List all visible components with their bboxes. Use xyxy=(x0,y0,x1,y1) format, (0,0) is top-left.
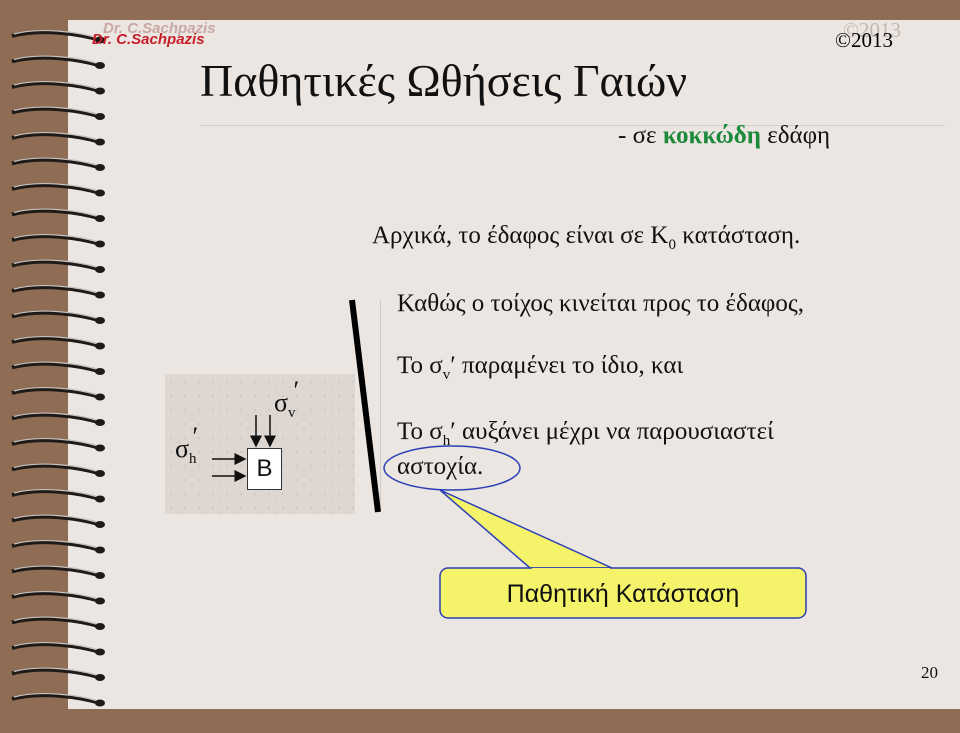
soil-element-box: B xyxy=(247,448,282,490)
page-number: 20 xyxy=(921,663,938,682)
retaining-wall xyxy=(349,299,381,513)
sigma-v-label: σv′ xyxy=(274,376,300,422)
soil-element-diagram xyxy=(165,299,381,514)
sigma-h-label: σh′ xyxy=(175,422,199,468)
callout-text: Παθητική Κατάσταση xyxy=(506,580,740,608)
